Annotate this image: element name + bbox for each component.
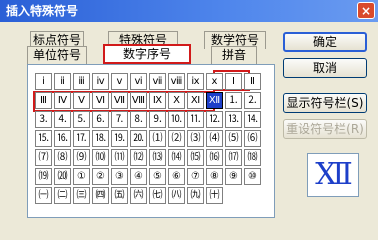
symbol-cell[interactable]: ⒛ — [130, 130, 147, 147]
close-button[interactable]: × — [357, 2, 375, 19]
symbol-cell[interactable]: Ⅲ — [35, 92, 52, 109]
symbol-cell[interactable]: ⅳ — [92, 73, 109, 90]
symbol-cell[interactable]: ⅰ — [35, 73, 52, 90]
symbol-cell[interactable]: ⒀ — [149, 149, 166, 166]
symbol-cell[interactable]: ㈤ — [111, 187, 128, 204]
symbol-cell[interactable]: Ⅻ — [206, 92, 223, 109]
tab-unit-symbols[interactable]: 单位符号 — [27, 46, 87, 64]
symbol-cell[interactable]: ⒌ — [73, 111, 90, 128]
symbol-cell[interactable]: ⑾ — [111, 149, 128, 166]
symbol-cell[interactable]: ⑥ — [168, 168, 185, 185]
symbol-cell[interactable]: ⒒ — [187, 111, 204, 128]
symbol-cell[interactable]: ⒁ — [168, 149, 185, 166]
symbol-cell[interactable]: ⑨ — [225, 168, 242, 185]
symbol-cell[interactable]: Ⅰ — [225, 73, 242, 90]
show-symbol-bar-button[interactable]: 显示符号栏(S) — [283, 93, 367, 113]
symbol-cell[interactable]: ⒖ — [35, 130, 52, 147]
symbol-cell[interactable]: ㈣ — [92, 187, 109, 204]
symbol-cell[interactable]: ⑧ — [206, 168, 223, 185]
symbol-cell[interactable]: ⅷ — [168, 73, 185, 90]
symbol-cell[interactable]: ⑹ — [244, 130, 261, 147]
symbol-cell[interactable]: ㈠ — [35, 187, 52, 204]
symbol-cell[interactable]: ⒃ — [206, 149, 223, 166]
symbol-cell[interactable]: Ⅴ — [73, 92, 90, 109]
symbol-cell[interactable]: ⑻ — [54, 149, 71, 166]
symbol-cell[interactable]: ⒍ — [92, 111, 109, 128]
reset-symbol-bar-button[interactable]: 重设符号栏(R) — [283, 119, 367, 139]
symbol-cell[interactable]: ③ — [111, 168, 128, 185]
symbol-cell[interactable]: Ⅱ — [244, 73, 261, 90]
symbol-cell[interactable]: ⅸ — [187, 73, 204, 90]
symbol-cell[interactable]: ⒚ — [111, 130, 128, 147]
symbol-cell[interactable]: ㈧ — [168, 187, 185, 204]
symbol-cell[interactable]: ① — [73, 168, 90, 185]
symbol-cell[interactable]: ⅵ — [130, 73, 147, 90]
symbol-cell[interactable]: ⒈ — [225, 92, 242, 109]
symbol-cell[interactable]: ㈨ — [187, 187, 204, 204]
symbol-cell[interactable]: ⅶ — [149, 73, 166, 90]
symbol-cell[interactable]: ⒄ — [225, 149, 242, 166]
symbol-cell[interactable]: Ⅺ — [187, 92, 204, 109]
symbol-cell[interactable]: ⑿ — [130, 149, 147, 166]
window-title: 插入特殊符号 — [6, 4, 79, 18]
symbol-cell[interactable]: ② — [92, 168, 109, 185]
symbol-cell[interactable]: ④ — [130, 168, 147, 185]
symbol-cell[interactable]: ㈢ — [73, 187, 90, 204]
cancel-button[interactable]: 取消 — [283, 58, 367, 78]
symbol-cell[interactable]: ⒙ — [92, 130, 109, 147]
symbol-cell[interactable]: ⑷ — [206, 130, 223, 147]
symbol-cell[interactable]: Ⅵ — [92, 92, 109, 109]
symbol-cell[interactable]: Ⅸ — [149, 92, 166, 109]
symbol-cell[interactable]: ⅲ — [73, 73, 90, 90]
symbol-cell[interactable]: ⒔ — [225, 111, 242, 128]
tab-pinyin[interactable]: 拼音 — [211, 46, 257, 64]
symbol-cell[interactable]: ⑦ — [187, 168, 204, 185]
symbol-cell[interactable]: ⒂ — [187, 149, 204, 166]
symbol-cell[interactable]: ⑩ — [244, 168, 261, 185]
symbol-cell[interactable]: ⒐ — [149, 111, 166, 128]
symbol-cell[interactable]: Ⅷ — [130, 92, 147, 109]
symbol-cell[interactable]: ⒓ — [206, 111, 223, 128]
symbol-cell[interactable]: ⑺ — [35, 149, 52, 166]
symbol-cell[interactable]: ⅴ — [111, 73, 128, 90]
symbol-cell[interactable]: ⑸ — [225, 130, 242, 147]
symbol-cell[interactable]: ⑴ — [149, 130, 166, 147]
symbol-cell[interactable]: ⅹ — [206, 73, 223, 90]
symbol-cell[interactable]: ⒊ — [35, 111, 52, 128]
symbol-cell[interactable]: ⒆ — [35, 168, 52, 185]
symbol-cell[interactable]: ⑵ — [168, 130, 185, 147]
symbol-cell[interactable]: ⑤ — [149, 168, 166, 185]
symbol-cell[interactable]: ⑶ — [187, 130, 204, 147]
symbol-cell[interactable]: Ⅹ — [168, 92, 185, 109]
symbol-cell[interactable]: ⒇ — [54, 168, 71, 185]
symbol-cell[interactable]: ⒑ — [168, 111, 185, 128]
symbol-cell[interactable]: ⒎ — [111, 111, 128, 128]
symbol-preview: Ⅻ — [307, 153, 359, 197]
symbol-cell[interactable]: ⒅ — [244, 149, 261, 166]
symbol-cell[interactable]: ⅱ — [54, 73, 71, 90]
symbol-cell[interactable]: ⒏ — [130, 111, 147, 128]
symbol-cell[interactable]: ⒘ — [73, 130, 90, 147]
ok-button[interactable]: 确定 — [283, 32, 367, 52]
symbol-cell[interactable]: Ⅶ — [111, 92, 128, 109]
symbol-cell[interactable]: ⑼ — [73, 149, 90, 166]
symbol-cell[interactable]: ㈡ — [54, 187, 71, 204]
close-icon: × — [360, 4, 372, 18]
symbol-cell[interactable]: ⑽ — [92, 149, 109, 166]
tab-numeric-sequence[interactable]: 数字序号 — [103, 44, 191, 64]
symbol-cell[interactable]: ⒗ — [54, 130, 71, 147]
symbol-cell[interactable]: ㈥ — [130, 187, 147, 204]
title-bar: 插入特殊符号 × — [0, 0, 378, 22]
symbol-cell[interactable]: ㈩ — [206, 187, 223, 204]
symbol-cell[interactable]: ⒉ — [244, 92, 261, 109]
symbol-cell[interactable]: ㈦ — [149, 187, 166, 204]
symbol-cell[interactable]: Ⅳ — [54, 92, 71, 109]
symbol-cell[interactable]: ⒕ — [244, 111, 261, 128]
symbol-cell[interactable]: ⒋ — [54, 111, 71, 128]
